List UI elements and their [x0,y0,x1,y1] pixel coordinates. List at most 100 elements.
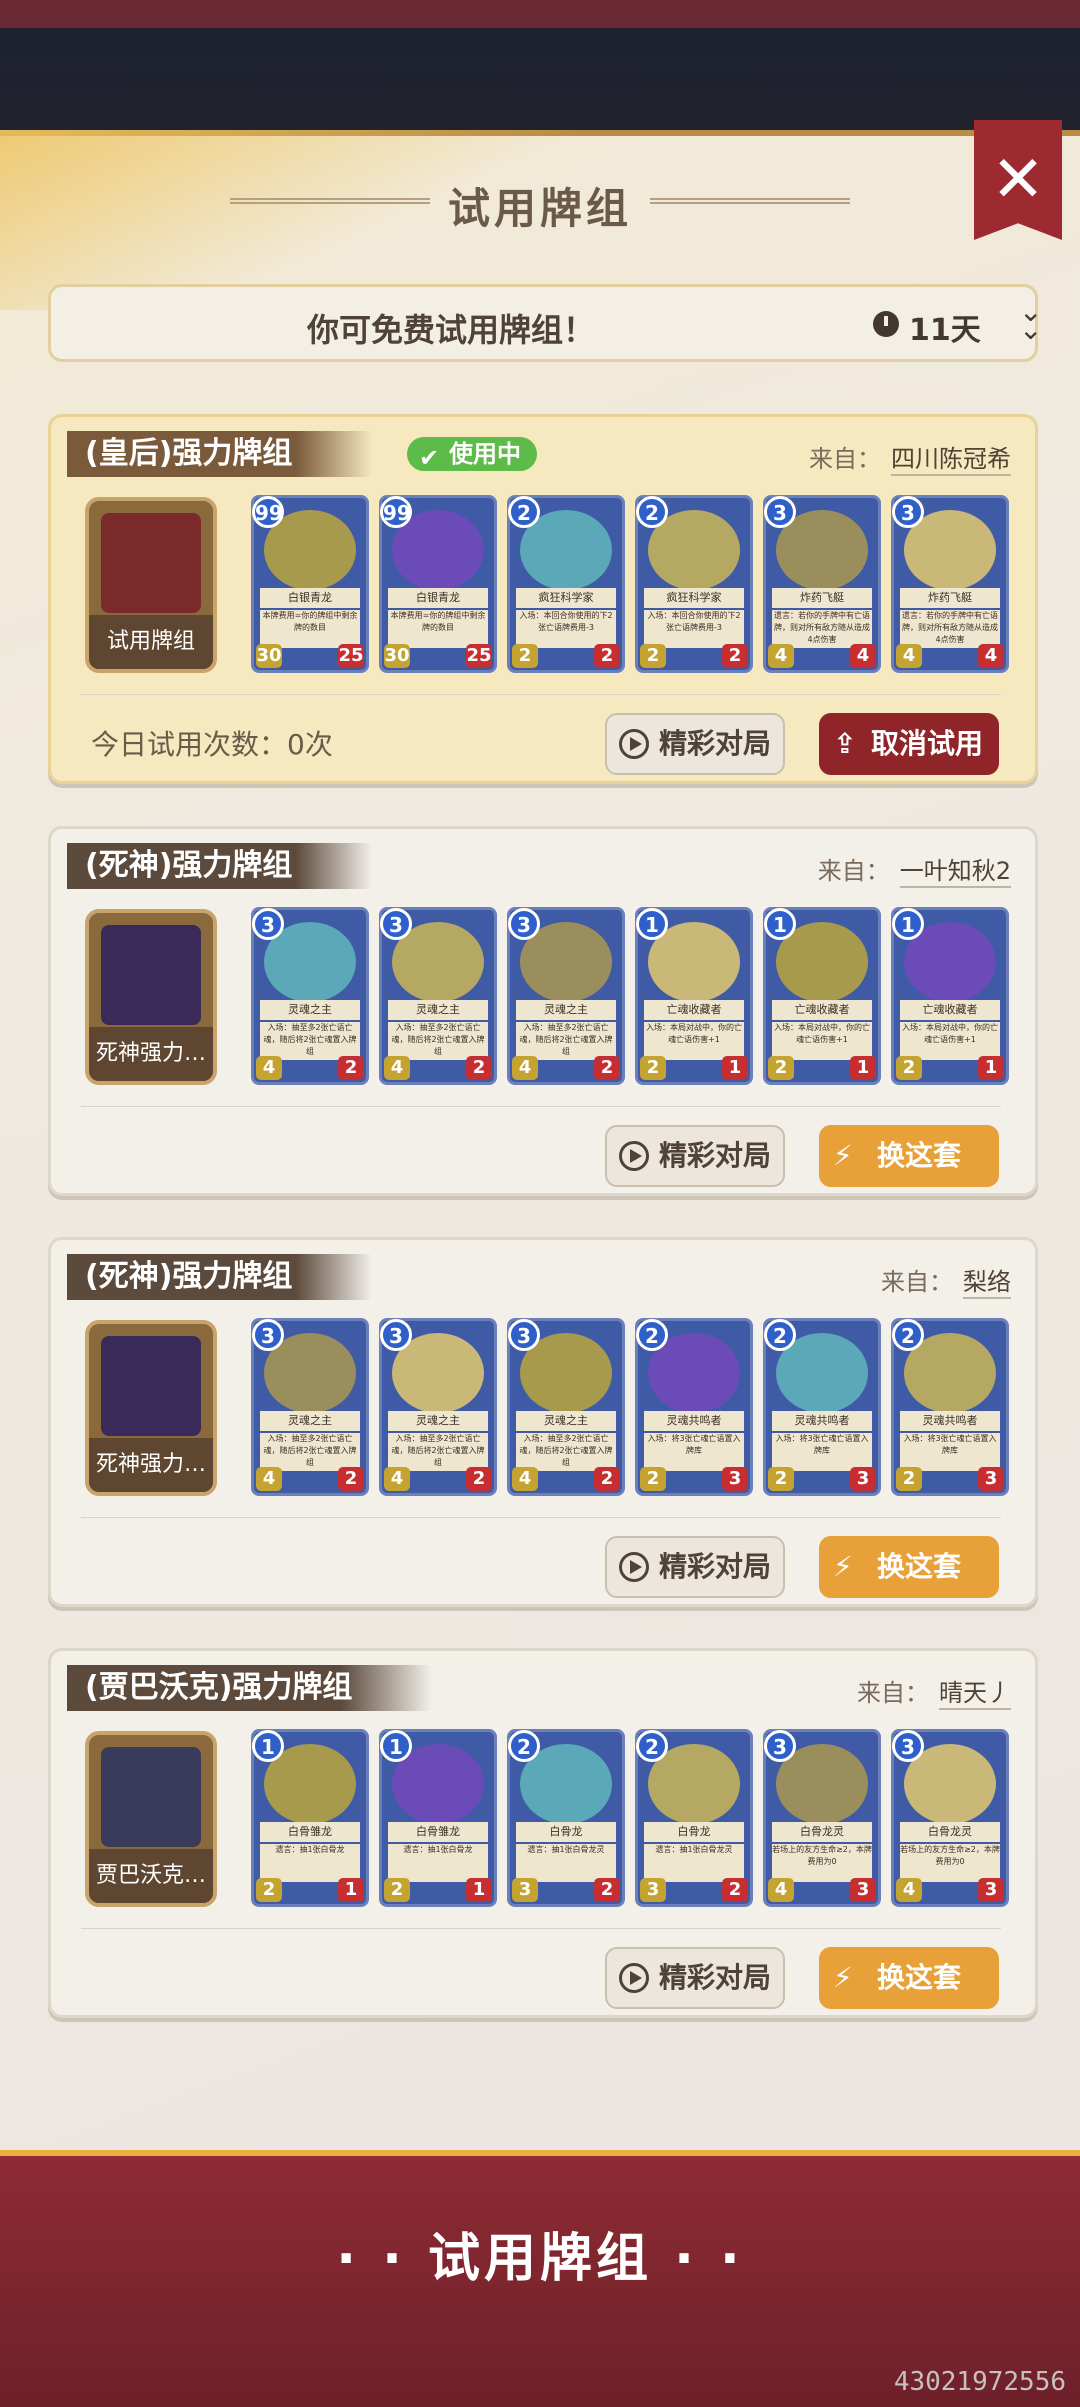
card-attack: 30 [256,644,282,668]
card-health: 25 [466,644,492,668]
card[interactable]: 2 疯狂科学家 入场：本回合你使用的下2张亡语牌费用-3 2 2 [635,495,753,673]
deck-source: 来自： 一叶知秋2 [818,851,1011,888]
divider [81,1106,1001,1107]
from-label: 来自： [809,445,881,473]
card-cost: 2 [636,1730,668,1762]
avatar-label: 死神强力… [89,1438,213,1492]
card-cost: 3 [508,1319,540,1351]
replay-button[interactable]: 精彩对局 [605,1536,785,1598]
card-health: 2 [338,1467,364,1491]
deck-avatar[interactable]: 贾巴沃克… [85,1731,217,1907]
card[interactable]: 3 灵魂之主 入场：抽至多2张亡语亡魂，随后将2张亡魂置入牌组 4 2 [251,1318,369,1496]
card[interactable]: 2 白骨龙 遗言：抽1张白骨龙灵 3 2 [507,1729,625,1907]
replay-button[interactable]: 精彩对局 [605,713,785,775]
card-attack: 4 [768,644,794,668]
card[interactable]: 2 白骨龙 遗言：抽1张白骨龙灵 3 2 [635,1729,753,1907]
remaining-days: 11天 [909,313,981,348]
swap-label: 换这套 [877,1139,962,1172]
trial-notice-bar[interactable]: 你可免费试用牌组！ 11天 ⌄ ⌄ [48,284,1042,362]
bottom-tab-title[interactable]: · · 试用牌组 · · [0,2216,1080,2291]
deck-avatar[interactable]: 死神强力… [85,909,217,1085]
card-cost: 2 [508,1730,540,1762]
card[interactable]: 99 白银青龙 本牌费用=你的牌组中剩余牌的数目 30 25 [379,495,497,673]
card-text: 入场：抽至多2张亡语亡魂，随后将2张亡魂置入牌组 [260,1022,360,1060]
card-name: 亡魂收藏者 [644,1000,744,1020]
source-player-name[interactable]: 四川陈冠希 [891,439,1011,476]
avatar-label: 试用牌组 [89,615,213,669]
source-player-name[interactable]: 晴天丿 [939,1673,1011,1710]
card-name: 灵魂共鸣者 [644,1411,744,1431]
card[interactable]: 3 灵魂之主 入场：抽至多2张亡语亡魂，随后将2张亡魂置入牌组 4 2 [379,907,497,1085]
card[interactable]: 3 灵魂之主 入场：抽至多2张亡语亡魂，随后将2张亡魂置入牌组 4 2 [507,1318,625,1496]
card[interactable]: 1 亡魂收藏者 入场：本局对战中，你的亡魂亡语伤害+1 2 1 [763,907,881,1085]
card-attack: 2 [896,1056,922,1080]
from-label: 来自： [881,1268,953,1296]
card-text: 入场：将3张亡魂亡语置入牌库 [900,1433,1000,1471]
card[interactable]: 3 炸药飞艇 遗言：若你的手牌中有亡语牌，则对所有敌方随从造成4点伤害 4 4 [891,495,1009,673]
card[interactable]: 1 白骨雏龙 遗言：抽1张白骨龙 2 1 [251,1729,369,1907]
card[interactable]: 2 灵魂共鸣者 入场：将3张亡魂亡语置入牌库 2 3 [635,1318,753,1496]
deck-title: (死神)强力牌组 [67,843,373,889]
title-right-ornament [650,198,850,204]
card[interactable]: 3 白骨龙灵 若场上的友方生命≥2，本牌费用为0 4 3 [891,1729,1009,1907]
chevron-down-icon[interactable]: ⌄ ⌄ [1019,298,1042,344]
card-cost: 3 [252,908,284,940]
card-text: 入场：抽至多2张亡语亡魂，随后将2张亡魂置入牌组 [388,1022,488,1060]
source-player-name[interactable]: 一叶知秋2 [899,851,1011,888]
play-icon [619,1552,649,1582]
card[interactable]: 2 疯狂科学家 入场：本回合你使用的下2张亡语牌费用-3 2 2 [507,495,625,673]
divider [81,694,1001,695]
card-health: 3 [978,1878,1004,1902]
card[interactable]: 1 亡魂收藏者 入场：本局对战中，你的亡魂亡语伤害+1 2 1 [635,907,753,1085]
cancel-trial-button[interactable]: ⇪ 取消试用 [819,713,999,775]
card[interactable]: 1 亡魂收藏者 入场：本局对战中，你的亡魂亡语伤害+1 2 1 [891,907,1009,1085]
card[interactable]: 2 灵魂共鸣者 入场：将3张亡魂亡语置入牌库 2 3 [763,1318,881,1496]
card-cost: 1 [892,908,924,940]
card-name: 疯狂科学家 [516,588,616,608]
card-cost: 2 [636,496,668,528]
deck-panel: (死神)强力牌组 来自： 梨络 死神强力… 3 灵魂之主 入场：抽至多2张亡语亡魂… [48,1237,1038,1607]
card-health: 1 [338,1878,364,1902]
card-name: 灵魂之主 [516,1411,616,1431]
card-health: 2 [594,1056,620,1080]
deck-panel: (皇后)强力牌组 ✔ 使用中 来自： 四川陈冠希 试用牌组 99 白银青龙 本牌费… [48,414,1038,784]
card[interactable]: 1 白骨雏龙 遗言：抽1张白骨龙 2 1 [379,1729,497,1907]
card-attack: 2 [640,1467,666,1491]
card-health: 2 [594,1878,620,1902]
deck-title: (贾巴沃克)强力牌组 [67,1665,433,1711]
card[interactable]: 3 灵魂之主 入场：抽至多2张亡语亡魂，随后将2张亡魂置入牌组 4 2 [507,907,625,1085]
play-icon [619,1141,649,1171]
card-attack: 2 [256,1878,282,1902]
card-name: 灵魂之主 [388,1000,488,1020]
card-health: 2 [466,1467,492,1491]
close-icon: ✕ [991,143,1045,217]
card-name: 炸药飞艇 [900,588,1000,608]
card-cost: 2 [508,496,540,528]
deck-avatar[interactable]: 死神强力… [85,1320,217,1496]
swap-label: 换这套 [877,1550,962,1583]
swap-deck-button[interactable]: ⚡ 换这套 [819,1125,999,1187]
replay-label: 精彩对局 [659,1961,772,1994]
card[interactable]: 99 白银青龙 本牌费用=你的牌组中剩余牌的数目 30 25 [251,495,369,673]
replay-button[interactable]: 精彩对局 [605,1947,785,2009]
card-name: 白骨龙灵 [772,1822,872,1842]
card[interactable]: 3 灵魂之主 入场：抽至多2张亡语亡魂，随后将2张亡魂置入牌组 4 2 [251,907,369,1085]
swap-deck-button[interactable]: ⚡ 换这套 [819,1947,999,2009]
card-text: 遗言：若你的手牌中有亡语牌，则对所有敌方随从造成4点伤害 [772,610,872,648]
card[interactable]: 3 灵魂之主 入场：抽至多2张亡语亡魂，随后将2张亡魂置入牌组 4 2 [379,1318,497,1496]
card-attack: 4 [384,1056,410,1080]
card-health: 4 [850,644,876,668]
card-cost: 2 [764,1319,796,1351]
card-cost: 3 [380,1319,412,1351]
source-player-name[interactable]: 梨络 [963,1262,1011,1299]
swap-deck-button[interactable]: ⚡ 换这套 [819,1536,999,1598]
replay-button[interactable]: 精彩对局 [605,1125,785,1187]
close-button[interactable]: ✕ [974,120,1062,240]
card[interactable]: 3 白骨龙灵 若场上的友方生命≥2，本牌费用为0 4 3 [763,1729,881,1907]
card-health: 4 [978,644,1004,668]
deck-panel: (死神)强力牌组 来自： 一叶知秋2 死神强力… 3 灵魂之主 入场：抽至多2张亡… [48,826,1038,1196]
card[interactable]: 2 灵魂共鸣者 入场：将3张亡魂亡语置入牌库 2 3 [891,1318,1009,1496]
card-text: 本牌费用=你的牌组中剩余牌的数目 [260,610,360,648]
card[interactable]: 3 炸药飞艇 遗言：若你的手牌中有亡语牌，则对所有敌方随从造成4点伤害 4 4 [763,495,881,673]
deck-avatar[interactable]: 试用牌组 [85,497,217,673]
